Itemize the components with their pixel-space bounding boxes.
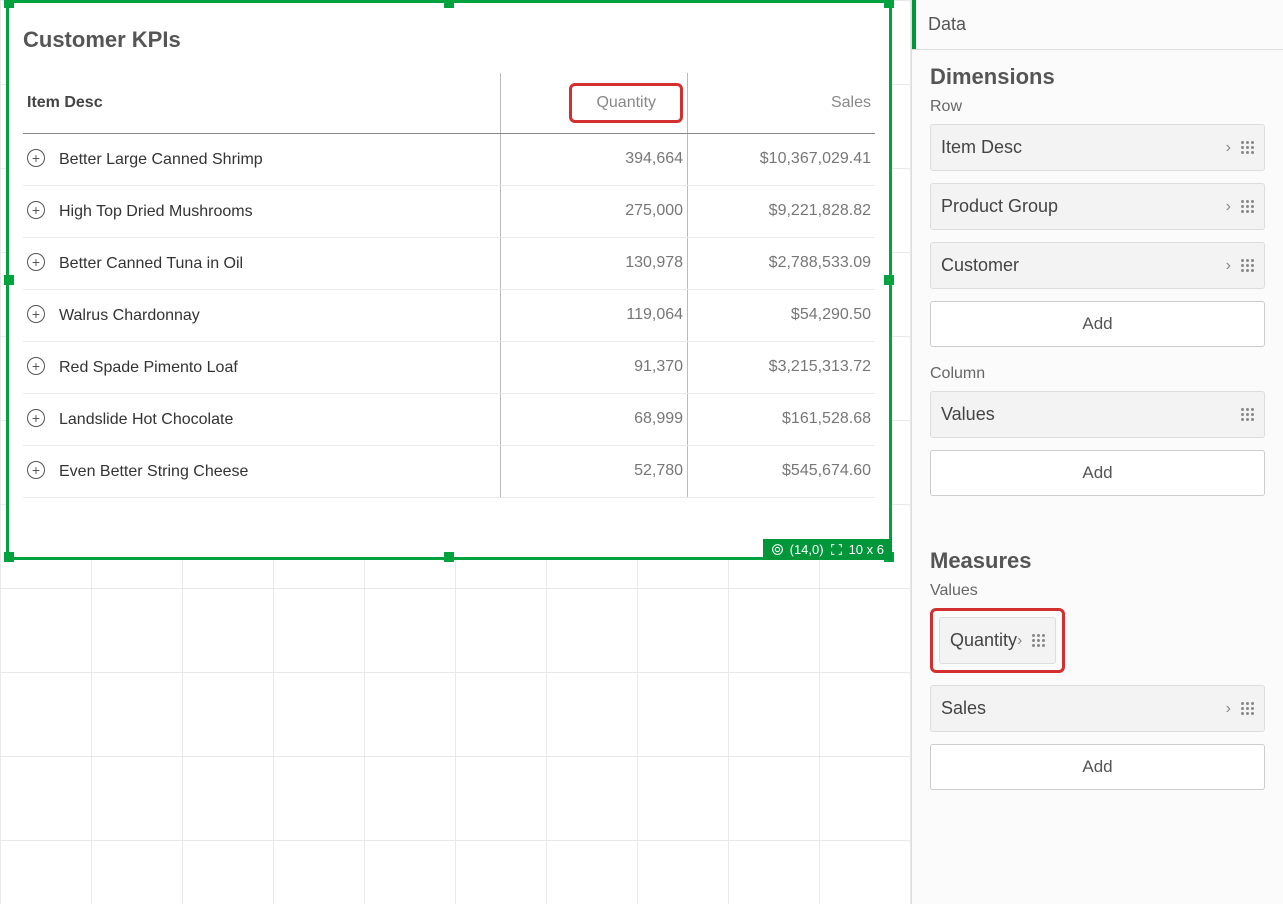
field-product-group[interactable]: Product Group ›	[930, 183, 1265, 230]
drag-handle-icon[interactable]	[1241, 259, 1254, 272]
selection-pos: (14,0)	[790, 542, 824, 557]
target-icon	[771, 543, 784, 556]
expand-icon[interactable]: +	[27, 357, 45, 375]
field-item-desc[interactable]: Item Desc ›	[930, 124, 1265, 171]
chevron-right-icon: ›	[1017, 632, 1022, 650]
qty-cell: 68,999	[500, 394, 687, 446]
field-sales[interactable]: Sales ›	[930, 685, 1265, 732]
resize-handle[interactable]	[884, 0, 894, 8]
sales-cell: $2,788,533.09	[688, 238, 875, 290]
sales-cell: $161,528.68	[688, 394, 875, 446]
dimensions-heading: Dimensions	[930, 64, 1265, 90]
chevron-right-icon: ›	[1226, 257, 1231, 275]
expand-icon[interactable]: +	[27, 461, 45, 479]
qty-cell: 52,780	[500, 446, 687, 498]
table-row[interactable]: + Better Canned Tuna in Oil 130,978$2,788,…	[23, 238, 875, 290]
resize-handle[interactable]	[444, 0, 454, 8]
expand-icon[interactable]: +	[27, 305, 45, 323]
chevron-right-icon: ›	[1226, 700, 1231, 718]
field-customer[interactable]: Customer ›	[930, 242, 1265, 289]
add-row-dimension-button[interactable]: Add	[930, 301, 1265, 347]
item-desc-cell: Red Spade Pimento Loaf	[59, 359, 238, 376]
qty-cell: 119,064	[500, 290, 687, 342]
field-label: Item Desc	[941, 137, 1022, 158]
resize-handle[interactable]	[4, 552, 14, 562]
table-row[interactable]: + Landslide Hot Chocolate 68,999$161,528.6…	[23, 394, 875, 446]
field-quantity[interactable]: Quantity›	[939, 617, 1056, 664]
qty-cell: 91,370	[500, 342, 687, 394]
item-desc-cell: Better Canned Tuna in Oil	[59, 255, 243, 272]
table-row[interactable]: + Better Large Canned Shrimp 394,664$10,36…	[23, 134, 875, 186]
qty-cell: 275,000	[500, 186, 687, 238]
expand-icon[interactable]: +	[27, 149, 45, 167]
table-row[interactable]: + Even Better String Cheese 52,780$545,674…	[23, 446, 875, 498]
highlight-quantity-header: Quantity	[569, 83, 683, 123]
resize-handle[interactable]	[884, 275, 894, 285]
chart-title[interactable]: Customer KPIs	[23, 27, 875, 53]
item-desc-cell: Better Large Canned Shrimp	[59, 151, 263, 168]
qty-cell: 130,978	[500, 238, 687, 290]
drag-handle-icon[interactable]	[1241, 200, 1254, 213]
drag-handle-icon[interactable]	[1032, 634, 1045, 647]
expand-icon[interactable]: +	[27, 253, 45, 271]
measures-heading: Measures	[930, 548, 1265, 574]
field-label: Customer	[941, 255, 1019, 276]
properties-panel: Data Dimensions Row Item Desc›Product Gr…	[911, 0, 1283, 904]
field-label: Values	[941, 404, 995, 425]
drag-handle-icon[interactable]	[1241, 141, 1254, 154]
chevron-right-icon: ›	[1226, 139, 1231, 157]
values-label: Values	[930, 582, 1265, 600]
tab-data[interactable]: Data	[912, 0, 1283, 50]
row-label: Row	[930, 98, 1265, 116]
resize-handle[interactable]	[444, 552, 454, 562]
selection-size: 10 x 6	[849, 542, 884, 557]
field-values[interactable]: Values	[930, 391, 1265, 438]
col-header-sales[interactable]: Sales	[688, 73, 875, 134]
table-row[interactable]: + High Top Dried Mushrooms 275,000$9,221,8…	[23, 186, 875, 238]
sales-cell: $10,367,029.41	[688, 134, 875, 186]
item-desc-cell: Landslide Hot Chocolate	[59, 411, 233, 428]
field-label: Quantity	[950, 630, 1017, 651]
drag-handle-icon[interactable]	[1241, 702, 1254, 715]
resize-handle[interactable]	[4, 0, 14, 8]
field-label: Sales	[941, 698, 986, 719]
add-measure-button[interactable]: Add	[930, 744, 1265, 790]
pivot-table: Item Desc Quantity Sales + Better Large C…	[23, 73, 875, 498]
col-header-item-desc[interactable]: Item Desc	[23, 73, 500, 134]
sales-cell: $3,215,313.72	[688, 342, 875, 394]
drag-handle-icon[interactable]	[1241, 408, 1254, 421]
table-row[interactable]: + Walrus Chardonnay 119,064$54,290.50	[23, 290, 875, 342]
item-desc-cell: Even Better String Cheese	[59, 463, 248, 480]
column-label: Column	[930, 365, 1265, 383]
add-column-dimension-button[interactable]: Add	[930, 450, 1265, 496]
highlight-quantity-measure: Quantity›	[930, 608, 1265, 673]
pivot-table-object[interactable]: Customer KPIs Item Desc Quantity Sales +…	[6, 0, 892, 560]
sales-cell: $9,221,828.82	[688, 186, 875, 238]
table-row[interactable]: + Red Spade Pimento Loaf 91,370$3,215,313.…	[23, 342, 875, 394]
qty-cell: 394,664	[500, 134, 687, 186]
field-label: Product Group	[941, 196, 1058, 217]
item-desc-cell: High Top Dried Mushrooms	[59, 203, 253, 220]
sales-cell: $54,290.50	[688, 290, 875, 342]
sales-cell: $545,674.60	[688, 446, 875, 498]
chevron-right-icon: ›	[1226, 198, 1231, 216]
expand-icon[interactable]: +	[27, 201, 45, 219]
item-desc-cell: Walrus Chardonnay	[59, 307, 200, 324]
expand-icon[interactable]: +	[27, 409, 45, 427]
canvas[interactable]: Customer KPIs Item Desc Quantity Sales +…	[0, 0, 911, 904]
size-icon	[830, 543, 843, 556]
resize-handle[interactable]	[4, 275, 14, 285]
col-header-quantity[interactable]: Quantity	[500, 73, 687, 134]
selection-info-badge: (14,0) 10 x 6	[763, 539, 892, 560]
